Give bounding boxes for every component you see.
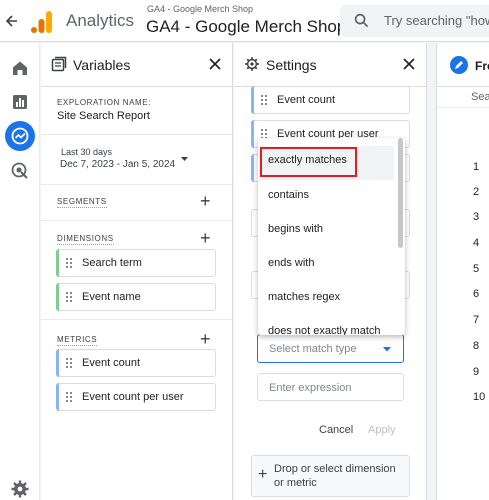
add-dimension-button[interactable]: + [200,229,211,247]
settings-icon[interactable] [10,479,30,499]
column-header: Searc [471,91,489,103]
exploration-name-label: EXPLORATION NAME: [57,98,152,107]
row-number: 7 [473,314,480,326]
chevron-down-icon [181,157,188,161]
row-number: 6 [473,288,480,300]
drag-handle-icon[interactable] [261,95,267,106]
settings-title: Settings [266,57,317,73]
divider [41,319,232,320]
arrow-back-icon[interactable] [4,11,20,31]
row-number: 5 [473,263,480,275]
match-type-dropdown: exactly matches contains begins with end… [258,138,405,335]
row-number: 1 [473,161,480,173]
add-icon: + [258,466,268,483]
row-number: 9 [473,366,480,378]
metric-label: Event count [82,357,141,369]
dimension-label: Event name [82,291,141,303]
left-nav [0,43,40,500]
divider [41,184,232,185]
drop-zone[interactable]: + Drop or select dimension or metric [251,455,410,497]
advertising-icon[interactable] [10,161,30,181]
dimension-chip[interactable]: Search term [56,249,216,277]
drag-handle-icon[interactable] [66,392,72,403]
reports-icon[interactable] [10,92,30,112]
option-matches-regex[interactable]: matches regex [268,291,340,303]
search-bar[interactable]: Try searching "how [340,5,489,37]
apply-button[interactable]: Apply [368,424,396,436]
metric-color-bar [251,154,254,182]
value-chip[interactable]: Event count [251,86,410,114]
date-range-selector[interactable]: Last 30 days Dec 7, 2023 - Jan 5, 2024 [57,145,215,177]
drag-handle-icon[interactable] [66,258,72,269]
metric-color-bar [251,86,254,114]
dimension-label: Search term [82,257,142,269]
segments-label: SEGMENTS [57,197,107,208]
close-icon[interactable] [208,57,222,71]
expression-input[interactable]: Enter expression [257,373,404,401]
option-exactly-matches[interactable]: exactly matches [268,154,347,166]
search-placeholder: Try searching "how [384,13,489,28]
date-preset-label: Last 30 days [61,147,113,157]
row-number: 2 [473,186,480,198]
divider [437,107,489,108]
app-title: Analytics [66,11,135,30]
option-ends-with[interactable]: ends with [268,257,314,269]
edit-icon[interactable] [450,56,468,74]
gear-icon [245,57,259,71]
metric-chip[interactable]: Event count [56,349,216,377]
dimensions-label: DIMENSIONS [57,234,114,245]
home-icon[interactable] [10,58,30,78]
top-bar: Analytics GA4 - Google Merch Shop GA4 - … [0,0,489,42]
divider [41,86,232,87]
tab-canvas: Fre Searc 1 2 3 4 5 6 7 8 9 10 [428,43,489,500]
analytics-logo-icon [31,11,52,33]
date-range-text: Dec 7, 2023 - Jan 5, 2024 [60,159,176,170]
match-type-placeholder: Select match type [269,343,357,355]
exploration-name-field[interactable]: Site Search Report [57,110,150,122]
expression-placeholder: Enter expression [269,382,352,394]
search-icon [354,13,369,28]
value-label: Event count [277,94,336,106]
variables-title: Variables [73,57,131,73]
cancel-button[interactable]: Cancel [319,424,353,436]
drag-handle-icon[interactable] [66,292,72,303]
variables-panel: Variables EXPLORATION NAME: Site Search … [41,43,233,500]
dropdown-scrollbar[interactable] [398,138,403,248]
row-number: 10 [473,391,486,403]
dimension-color-bar [56,249,59,277]
divider [41,134,232,135]
account-breadcrumb[interactable]: GA4 - Google Merch Shop [147,4,253,14]
row-number: 4 [473,237,480,249]
property-selector[interactable]: GA4 - Google Merch Shop [146,17,346,37]
option-does-not-exactly-match[interactable]: does not exactly match [268,325,381,335]
tab-content: Fre Searc 1 2 3 4 5 6 7 8 9 10 [436,43,489,500]
dimension-chip[interactable]: Event name [56,283,216,311]
add-segment-button[interactable]: + [200,192,211,210]
row-number: 8 [473,340,480,352]
drop-zone-label: Drop or select dimension or metric [274,463,396,489]
explore-icon[interactable] [10,126,30,146]
option-contains[interactable]: contains [268,189,309,201]
add-metric-button[interactable]: + [200,330,211,348]
metric-color-bar [251,120,254,148]
row-number: 3 [473,211,480,223]
divider [41,220,232,221]
close-icon[interactable] [402,57,416,71]
dimension-color-bar [56,283,59,311]
metric-color-bar [56,383,59,411]
metrics-label: METRICS [57,335,98,346]
metric-label: Event count per user [82,391,184,403]
drag-handle-icon[interactable] [66,358,72,369]
metric-chip[interactable]: Event count per user [56,383,216,411]
metric-color-bar [56,349,59,377]
tab-name[interactable]: Fre [475,59,489,73]
divider [437,86,489,87]
match-type-select[interactable]: Select match type [257,334,404,363]
variables-icon [51,56,67,72]
option-begins-with[interactable]: begins with [268,223,323,235]
chevron-down-icon [383,347,391,352]
